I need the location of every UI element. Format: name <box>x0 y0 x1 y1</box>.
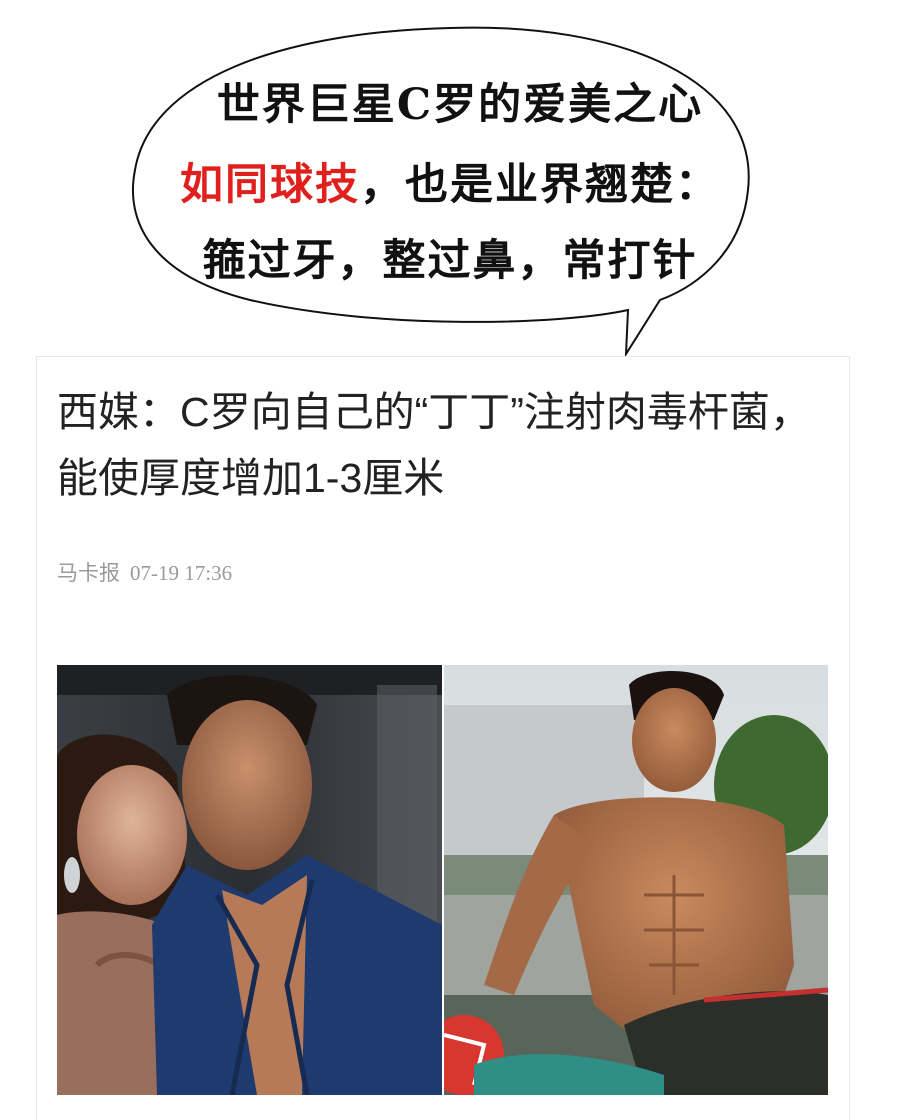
couple-selfie-photo[interactable] <box>57 665 442 1095</box>
bubble-line-2-rest: ，也是业界翘楚： <box>360 160 720 210</box>
bubble-highlight: 如同球技 <box>180 160 360 210</box>
article-source[interactable]: 马卡报 <box>57 562 120 585</box>
article-card: 西媒：C罗向自己的“丁丁”注射肉毒杆菌，能使厚度增加1-3厘米 马卡报 07-19… <box>36 356 850 1120</box>
article-title[interactable]: 西媒：C罗向自己的“丁丁”注射肉毒杆菌，能使厚度增加1-3厘米 <box>57 379 827 511</box>
article-date: 07-19 17:36 <box>130 561 233 585</box>
article-meta: 马卡报 07-19 17:36 <box>57 557 232 587</box>
bubble-line-2: 如同球技，也是业界翘楚： <box>130 150 770 212</box>
bubble-line-1: 世界巨星C罗的爱美之心 <box>216 80 704 130</box>
bubble-line-3: 箍过牙，整过鼻，常打针 <box>202 236 698 286</box>
shirtless-player-photo[interactable] <box>444 665 828 1095</box>
